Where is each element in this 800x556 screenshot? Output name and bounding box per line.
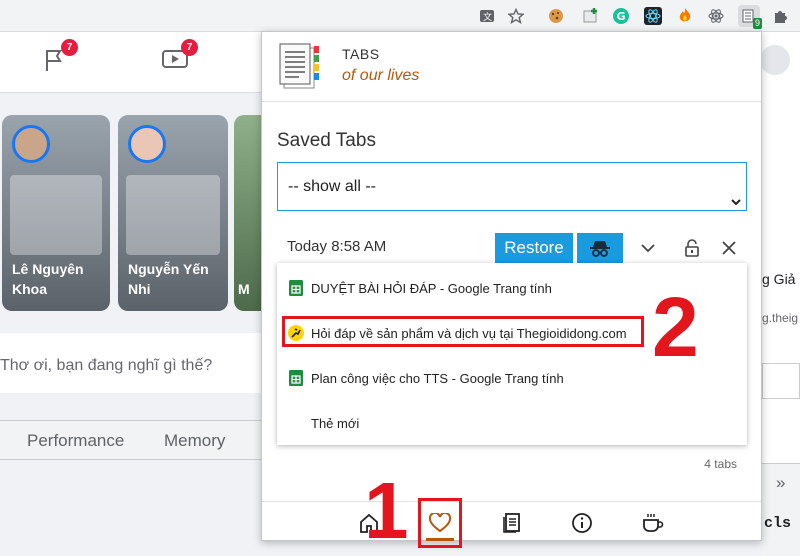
story-name: Lê Nguyên Khoa (12, 261, 84, 297)
story-card[interactable]: M (234, 115, 262, 311)
star-icon[interactable] (505, 5, 527, 27)
stories-row: Lê Nguyên Khoa Nguyễn Yến Nhi M (0, 115, 262, 315)
right-page-strip: g Giả g.theig » cls (760, 33, 800, 556)
unlock-icon[interactable] (681, 237, 703, 259)
info-icon[interactable] (569, 510, 595, 536)
story-card[interactable]: Nguyễn Yến Nhi (118, 115, 228, 311)
flag-icon[interactable]: 7 (40, 39, 78, 75)
cookie-icon[interactable] (545, 5, 567, 27)
chevron-down-icon (730, 180, 742, 206)
google-sheets-icon (288, 370, 304, 386)
group-timestamp: Today 8:58 AM (287, 238, 387, 255)
avatar (12, 125, 50, 163)
plus-icon[interactable] (580, 5, 602, 27)
restore-button[interactable]: Restore (495, 233, 573, 263)
atom-icon[interactable] (705, 5, 727, 27)
post-composer[interactable]: Thơ ơi, bạn đang nghĩ gì thế? (0, 333, 262, 393)
tabs-extension-icon[interactable]: 9 (738, 5, 762, 29)
devtools-tab-memory[interactable]: Memory (164, 431, 225, 451)
translate-icon[interactable]: 文 (476, 5, 498, 27)
puzzle-icon[interactable] (770, 5, 792, 27)
background-nav: 7 7 (0, 33, 262, 93)
tab-count: 4 tabs (704, 457, 737, 471)
close-icon[interactable] (718, 237, 740, 259)
popup-header: TABS of our lives (262, 32, 761, 102)
highlight-box-heart (418, 498, 462, 548)
tab-title: Plan công việc cho TTS - Google Trang tí… (311, 370, 564, 386)
svg-text:G: G (617, 10, 626, 23)
coffee-icon[interactable] (640, 510, 666, 536)
incognito-icon (590, 241, 610, 257)
avatar (128, 125, 166, 163)
tabs-logo-icon (278, 42, 324, 92)
google-sheets-icon (288, 280, 304, 296)
incognito-restore-button[interactable] (577, 233, 623, 263)
group-filter-select[interactable]: -- show all -- (277, 162, 747, 211)
browser-toolbar: 文 G 9 (0, 0, 800, 32)
brand-line-2: of our lives (342, 67, 420, 84)
brand-line-1: TABS (342, 46, 380, 62)
story-name: Nguyễn Yến Nhi (128, 261, 209, 297)
chevron-right-icon[interactable]: » (776, 473, 785, 493)
svg-text:文: 文 (483, 11, 492, 23)
popup-footer-nav (262, 501, 761, 541)
extension-badge: 9 (752, 18, 762, 29)
select-value: -- show all -- (288, 178, 377, 195)
grammarly-icon[interactable]: G (610, 5, 632, 27)
react-icon[interactable] (642, 5, 664, 27)
tab-title: Thẻ mới (311, 415, 360, 431)
step-number-2: 2 (652, 280, 699, 374)
saved-tabs-title: Saved Tabs (277, 130, 376, 151)
post-prompt: Thơ ơi, bạn đang nghĩ gì thế? (0, 357, 213, 374)
nav-badge: 7 (61, 39, 78, 56)
story-name: M (238, 281, 250, 297)
tab-item[interactable]: Thẻ mới (277, 408, 747, 438)
devtools-tabbar: Performance Memory (0, 420, 262, 460)
step-number-1: 1 (364, 466, 409, 555)
notes-icon[interactable] (499, 510, 525, 536)
fire-icon[interactable] (674, 5, 696, 27)
video-icon[interactable]: 7 (160, 39, 198, 75)
nav-badge: 7 (181, 39, 198, 56)
expand-chevron-icon[interactable] (637, 237, 659, 259)
highlight-box-tab (282, 316, 644, 347)
messenger-icon[interactable] (760, 45, 790, 75)
story-card[interactable]: Lê Nguyên Khoa (2, 115, 110, 311)
devtools-tab-performance[interactable]: Performance (27, 431, 124, 451)
tab-title: DUYỆT BÀI HỎI ĐÁP - Google Trang tính (311, 280, 552, 296)
